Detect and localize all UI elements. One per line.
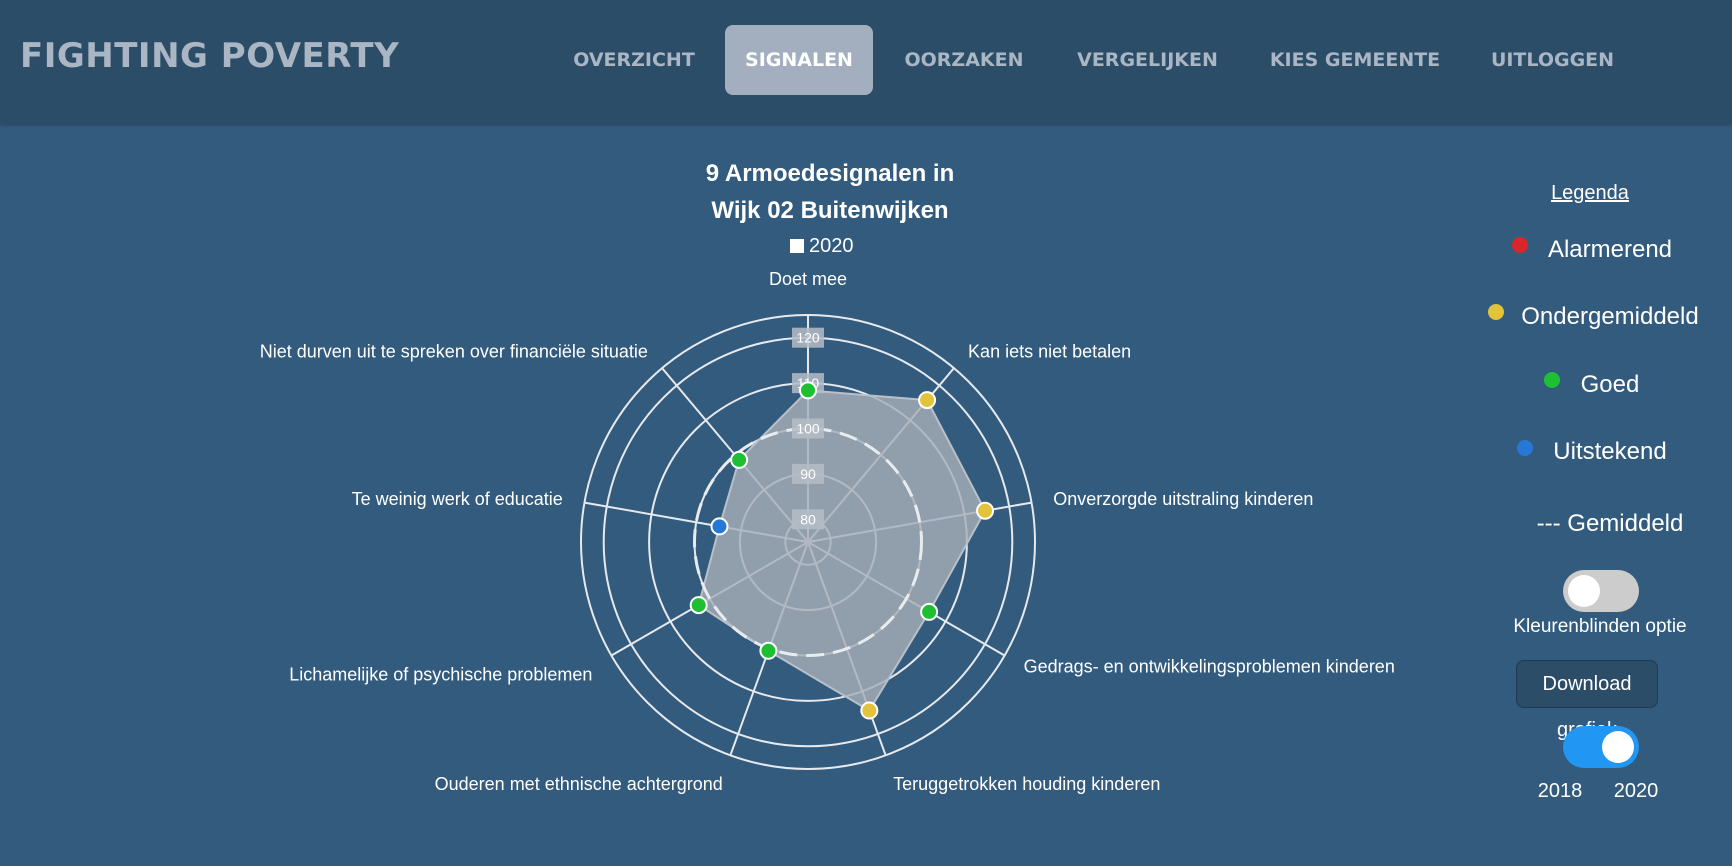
data-point [976, 501, 995, 520]
legend-item-uitstekend: Uitstekend [1553, 438, 1667, 465]
data-point [920, 602, 939, 621]
category-label: Lichamelijke of psychische problemen [289, 665, 592, 685]
toggle-knob [1602, 731, 1634, 763]
category-label: Te weinig werk of educatie [352, 489, 563, 509]
legend-dot-alarmerend [1512, 237, 1528, 253]
data-point [860, 701, 879, 720]
category-label: Onverzorgde uitstraling kinderen [1053, 489, 1313, 509]
toggle-knob [1568, 575, 1600, 607]
tick-label: 100 [796, 421, 820, 437]
year-toggle[interactable] [1563, 726, 1639, 768]
year-toggle-label-2018: 2018 [1537, 780, 1583, 802]
legend-title: Legenda [1551, 182, 1629, 204]
legend-item-goed: Goed [1580, 371, 1640, 398]
data-point [710, 517, 729, 536]
category-label: Teruggetrokken houding kinderen [893, 774, 1160, 794]
legend-item-alarmerend: Alarmerend [1547, 236, 1673, 263]
legend-dot-goed [1544, 372, 1560, 388]
category-label: Ouderen met ethnische achtergrond [435, 774, 723, 794]
legend-item-ondergemiddeld: Ondergemiddeld [1521, 303, 1699, 330]
tick-label: 80 [800, 511, 816, 527]
colorblind-label: Kleurenblinden optie [1513, 616, 1687, 637]
year-toggle-label-2020: 2020 [1613, 780, 1659, 802]
data-point [918, 391, 937, 410]
legend-dot-ondergemiddeld [1488, 304, 1504, 320]
download-chart-button[interactable]: Download grafiek [1516, 660, 1658, 741]
category-label: Niet durven uit te spreken over financië… [260, 341, 648, 361]
colorblind-toggle[interactable] [1563, 570, 1639, 612]
category-label: Doet mee [769, 269, 847, 289]
legend-item-gemiddeld: --- Gemiddeld [1536, 510, 1684, 537]
tick-label: 120 [796, 330, 820, 346]
data-point [799, 381, 817, 400]
series-2020-area [697, 389, 987, 712]
tick-label: 90 [800, 466, 816, 482]
category-label: Gedrags- en ontwikkelingsproblemen kinde… [1024, 657, 1395, 677]
radar-chart: 8090100110120Doet meeKan iets niet betal… [260, 269, 1395, 794]
category-label: Kan iets niet betalen [968, 341, 1131, 361]
data-point [730, 450, 749, 469]
data-point [689, 596, 708, 615]
data-point [759, 641, 778, 660]
legend-dot-uitstekend [1517, 440, 1533, 456]
